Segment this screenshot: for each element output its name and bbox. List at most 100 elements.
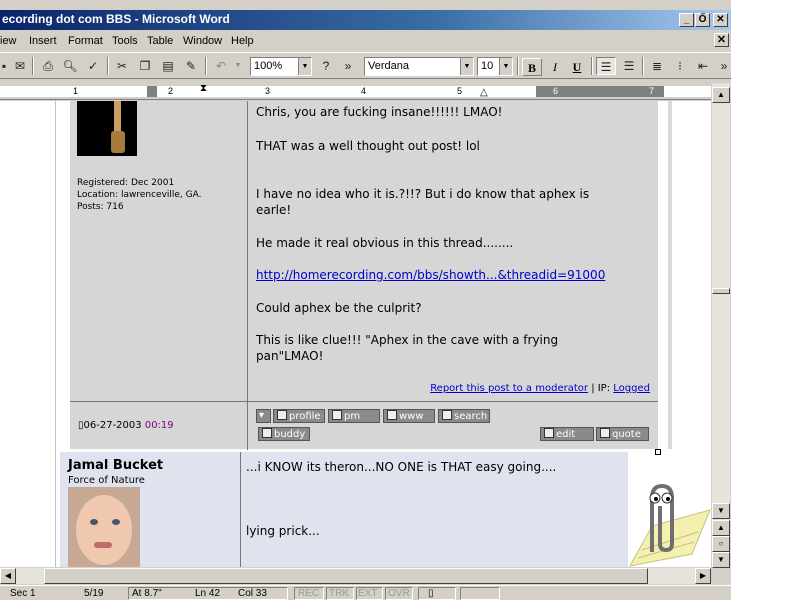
scroll-up-icon[interactable]: ▲ [712,87,730,103]
edit-icon [544,428,554,438]
edit-button[interactable]: edit [540,427,594,441]
bold-button[interactable]: B [522,58,542,76]
more-buttons-icon[interactable]: » [338,57,358,75]
undo-dropdown-icon[interactable]: ▼ [228,57,248,75]
right-indent-marker[interactable]: △ [480,87,488,98]
guitar-body [111,131,125,153]
post-time: 00:19 [144,420,174,431]
profile-icon [277,410,287,420]
horizontal-scrollbar[interactable]: ◀ ▶ [0,568,711,584]
user-location: Location: lawrenceville, GA. [77,190,202,200]
menu-window[interactable]: Window [183,35,222,47]
document-close-button[interactable]: ✕ [714,33,729,47]
buddy-button[interactable]: buddy [258,427,310,441]
toolbar-separator [591,57,593,75]
minimize-button[interactable]: _ [679,13,694,27]
buddy-icon [262,428,272,438]
align-left-icon[interactable]: ☰ [596,57,616,75]
scroll-right-icon[interactable]: ▶ [695,568,711,584]
post-text: Could aphex be the culprit? [256,301,422,315]
restore-button[interactable]: Ő [695,13,710,27]
post-text: This is like clue!!! "Aphex in the cave … [256,333,559,347]
document-area[interactable]: Registered: Dec 2001 Location: lawrencev… [0,101,711,567]
paste-icon[interactable]: ▤ [158,57,178,75]
status-column: Col 33 [238,588,267,599]
book-icon[interactable]: ▯ [428,588,434,599]
vertical-scroll-thumb[interactable] [712,288,730,294]
bullets-icon[interactable]: ⁝ [670,57,690,75]
toolbar-separator [205,57,207,75]
email-icon[interactable]: ✉ [10,57,30,75]
post-count: Posts: 716 [77,202,124,212]
first-line-indent-marker[interactable]: ⧗ [200,83,207,94]
toolbar-separator [517,57,519,75]
author-name[interactable]: Jamal Bucket [68,458,163,473]
font-size-select[interactable]: 10 ▼ [477,57,513,76]
toolbar-separator [32,57,34,75]
vertical-scrollbar[interactable]: ▲ ▼ ▲ ○ ▼ [712,83,730,568]
print-icon[interactable]: ⎙ [38,57,58,75]
search-label: search [454,411,488,422]
quote-icon [600,428,610,438]
resize-handle[interactable] [655,449,661,455]
menu-format[interactable]: Format [68,35,103,47]
font-select[interactable]: Verdana ▼ [364,57,474,76]
ruler-number: 6 [553,86,559,96]
menu-help[interactable]: Help [231,35,254,47]
close-button[interactable]: ✕ [713,13,728,27]
quote-button[interactable]: quote [596,427,649,441]
next-page-icon[interactable]: ▼ [712,552,730,568]
spelling-status-cell[interactable] [418,587,456,600]
horizontal-scroll-thumb[interactable] [44,568,648,584]
avatar-eye [90,519,98,525]
word-window: ecording dot com BBS - Microsoft Word _ … [0,0,731,600]
numbering-icon[interactable]: ≣ [647,57,667,75]
decrease-indent-icon[interactable]: ⇤ [693,57,713,75]
scroll-down-icon[interactable]: ▼ [712,503,730,519]
user-online-icon[interactable]: ▾ [256,409,271,423]
status-line: Ln 42 [195,588,221,599]
registered-date: Registered: Dec 2001 [77,178,175,188]
ruler-column-marker [147,86,157,97]
status-ovr: OVR [388,588,410,599]
profile-label: profile [289,411,321,422]
avatar-face [76,495,132,565]
profile-button[interactable]: profile [273,409,325,423]
status-bar: Sec 1 5/19 At 8.7" Ln 42 Col 33 REC TRK … [0,585,731,600]
report-post-link[interactable]: Report this post to a moderator [430,383,588,394]
menu-table[interactable]: Table [147,35,173,47]
menu-bar: iew Insert Format Tools Table Window Hel… [0,31,731,51]
status-at: At 8.7" [132,588,162,599]
www-button[interactable]: www [383,409,435,423]
zoom-select[interactable]: 100% ▼ [250,57,312,76]
scroll-left-icon[interactable]: ◀ [0,568,16,584]
more-buttons-icon[interactable]: » [714,57,734,75]
thread-link[interactable]: http://homerecording.com/bbs/showth...&t… [256,267,656,283]
horizontal-ruler[interactable]: 1 2 3 4 5 6 7 ⧗ △ [0,83,711,100]
pm-button[interactable]: pm [328,409,380,423]
post-text: ...i KNOW its theron...NO ONE is THAT ea… [246,460,557,474]
ruler-number: 4 [361,86,367,96]
help-icon[interactable]: ? [316,57,336,75]
post-body-cell: Chris, you are fucking insane!!!!!! LMAO… [249,101,658,401]
previous-page-icon[interactable]: ▲ [712,520,730,536]
menu-tools[interactable]: Tools [112,35,138,47]
chevron-down-icon: ▼ [298,58,311,75]
cut-icon[interactable]: ✂ [112,57,132,75]
status-section: Sec 1 [10,588,36,599]
align-center-icon[interactable]: ☰ [619,57,639,75]
copy-icon[interactable]: ❐ [135,57,155,75]
menu-insert[interactable]: Insert [29,35,57,47]
print-preview-icon[interactable]: 🔍︎ [60,57,80,75]
chevron-down-icon: ▼ [499,58,512,75]
menu-view[interactable]: iew [0,35,17,47]
underline-button[interactable]: U [567,58,587,76]
ip-logged-link[interactable]: Logged [613,383,650,394]
ruler-number: 1 [73,86,79,96]
select-browse-object-icon[interactable]: ○ [712,536,730,552]
spelling-icon[interactable]: ✓ [83,57,103,75]
search-button[interactable]: search [438,409,490,423]
italic-button[interactable]: I [545,58,565,76]
format-painter-icon[interactable]: ✎ [181,57,201,75]
office-assistant-icon[interactable] [622,470,712,568]
